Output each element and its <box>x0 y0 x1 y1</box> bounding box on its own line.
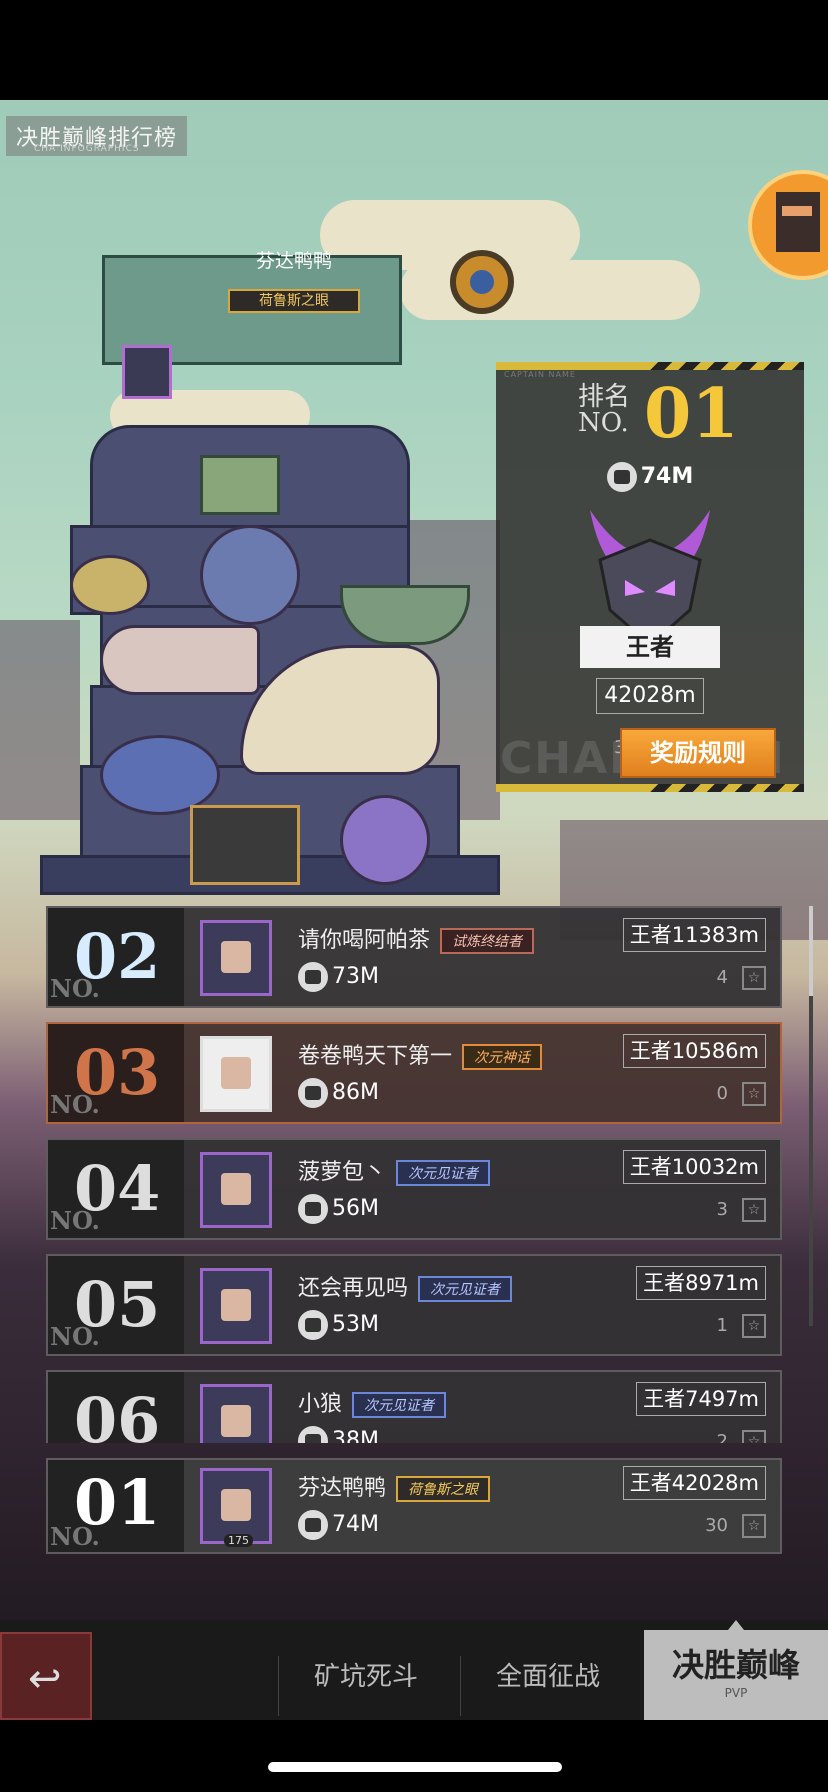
like-star-icon[interactable]: ☆ <box>742 1198 766 1222</box>
reward-rules-button[interactable]: 奖励规则 <box>620 728 776 778</box>
power-value: 73M <box>298 962 379 992</box>
avatar[interactable] <box>200 1468 272 1544</box>
tier-meters: 王者8971m <box>636 1266 766 1300</box>
title-badge: 次元见证者 <box>396 1160 491 1186</box>
avatar[interactable] <box>200 1036 272 1112</box>
back-arrow-icon: ↩ <box>28 1656 62 1702</box>
tier-meters: 王者11383m <box>622 918 766 952</box>
like-star-icon[interactable]: ☆ <box>742 1514 766 1538</box>
rank-label: 排名 NO. <box>578 382 631 438</box>
rank-row[interactable]: 04 NO. 菠萝包丶 次元见证者 王者10032m 56M 3 ☆ <box>46 1138 782 1240</box>
player-name: 还会再见吗 次元见证者 <box>298 1270 513 1302</box>
player-avatar-corner[interactable] <box>748 170 828 280</box>
tier-meters: 王者10586m <box>622 1034 766 1068</box>
likes-count: 30 ☆ <box>705 1514 766 1538</box>
rank-number: 06 <box>74 1384 161 1443</box>
board-subtitle: CHA INFOGRAPHICS <box>34 144 140 154</box>
flag-player-name: 芬达鸭鸭 <box>255 250 332 272</box>
avatar[interactable] <box>200 1268 272 1344</box>
like-star-icon[interactable]: ☆ <box>742 1314 766 1338</box>
player-level: 175 <box>224 1534 253 1547</box>
rank-row[interactable]: 06NO. 小狼次元见证者 王者7497m 38M 2☆ <box>46 1370 782 1443</box>
like-star-icon[interactable]: ☆ <box>742 966 766 990</box>
power-value: 53M <box>298 1310 379 1340</box>
rank-number: 01 <box>644 374 739 454</box>
likes-count: 1 ☆ <box>717 1314 766 1338</box>
fist-icon <box>298 1510 328 1540</box>
title-badge: 试炼终结者 <box>440 928 535 954</box>
home-indicator[interactable] <box>268 1762 562 1772</box>
avatar[interactable] <box>200 1152 272 1228</box>
title-badge: 荷鲁斯之眼 <box>396 1476 491 1502</box>
rank-row[interactable]: 05 NO. 还会再见吗 次元见证者 王者8971m 53M 1 ☆ <box>46 1254 782 1356</box>
captain-name-tag: CAPTAIN NAME <box>504 370 576 379</box>
power-value: 56M <box>298 1194 379 1224</box>
champion-meters: 42028m <box>596 678 704 714</box>
like-star-icon[interactable]: ☆ <box>742 1430 766 1443</box>
flag-title-badge: 荷鲁斯之眼 <box>228 289 360 313</box>
rank-row[interactable]: 03 NO. 卷卷鸭天下第一 次元神话 王者10586m 86M 0 ☆ <box>46 1022 782 1124</box>
player-name: 卷卷鸭天下第一 次元神话 <box>298 1038 543 1070</box>
likes-count: 0 ☆ <box>717 1082 766 1106</box>
power-value: 38M <box>298 1426 379 1443</box>
title-badge: 次元见证者 <box>352 1392 447 1418</box>
champion-power: 74M <box>496 462 804 492</box>
title-badge: 次元见证者 <box>418 1276 513 1302</box>
avatar[interactable] <box>200 1384 272 1443</box>
fist-icon <box>298 1310 328 1340</box>
fist-icon <box>606 462 637 492</box>
avatar[interactable] <box>200 920 272 996</box>
ship-wheel-icon <box>450 250 514 314</box>
power-value: 86M <box>298 1078 379 1108</box>
fist-icon <box>298 1078 328 1108</box>
player-name: 菠萝包丶 次元见证者 <box>298 1154 491 1186</box>
rank-row[interactable]: 02 NO. 请你喝阿帕茶 试炼终结者 王者11383m 73M 4 ☆ <box>46 906 782 1008</box>
title-badge: 次元神话 <box>462 1044 543 1070</box>
leaderboard-scene: 决胜巅峰排行榜 CHA INFOGRAPHICS 芬达鸭鸭 荷鲁斯之眼 CAPT… <box>0 100 828 1720</box>
tier-meters: 王者7497m <box>636 1382 766 1416</box>
tower-illustration <box>40 195 500 985</box>
tab-peak-pvp[interactable]: 决胜巅峰 PVP <box>644 1620 828 1720</box>
scrollbar-thumb[interactable] <box>809 906 813 996</box>
ranking-list[interactable]: 02 NO. 请你喝阿帕茶 试炼终结者 王者11383m 73M 4 ☆ 03 NO. … <box>46 906 782 1443</box>
likes-count: 2 ☆ <box>717 1430 766 1443</box>
self-rank-row[interactable]: 01 NO. 芬达鸭鸭 荷鲁斯之眼 王者42028m 74M 30 ☆ 175 <box>46 1458 782 1554</box>
like-star-icon[interactable]: ☆ <box>742 1082 766 1106</box>
tier-meters: 王者10032m <box>622 1150 766 1184</box>
status-bar <box>0 0 828 100</box>
bottom-nav: ↩ 矿坑死斗 全面征战 决胜巅峰 PVP <box>0 1620 828 1720</box>
tab-mine-deathmatch[interactable]: 矿坑死斗 <box>314 1656 418 1693</box>
likes-count: 3 ☆ <box>717 1198 766 1222</box>
player-name: 请你喝阿帕茶 试炼终结者 <box>298 922 535 954</box>
tab-full-campaign[interactable]: 全面征战 <box>496 1656 600 1693</box>
likes-count: 4 ☆ <box>717 966 766 990</box>
player-name: 芬达鸭鸭 荷鲁斯之眼 <box>298 1470 491 1502</box>
power-value: 74M <box>298 1510 379 1540</box>
champion-tier: 王者 <box>580 626 720 668</box>
flag-avatar <box>122 345 172 399</box>
tier-meters: 王者42028m <box>622 1466 766 1500</box>
fist-icon <box>298 1194 328 1224</box>
player-name: 小狼 次元见证者 <box>298 1386 447 1418</box>
fist-icon <box>298 962 328 992</box>
fist-icon <box>298 1426 328 1443</box>
back-button[interactable]: ↩ <box>0 1632 92 1720</box>
